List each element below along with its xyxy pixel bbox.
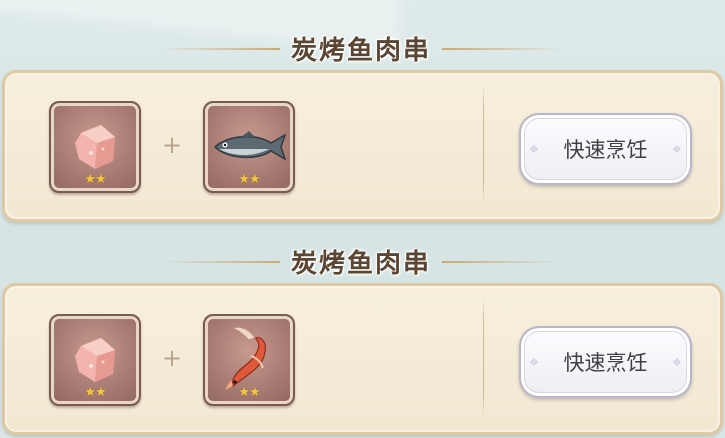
star-rating: ★★ [238,385,260,400]
star-rating: ★★ [238,172,260,187]
plus-sign: + [162,131,183,159]
ingredient-slot-meat[interactable]: ★★ [49,314,141,406]
recipe-card-1: ★★ + ★★ ❖ 快速烹饪 ❖ [2,70,723,222]
plus-sign: + [162,344,183,372]
divider [483,85,484,205]
recipe-card-2: ★★ + ★★ ❖ 快速烹饪 ❖ [2,283,723,435]
title-ornament [442,261,562,263]
ornament-icon: ❖ [672,356,682,369]
title-ornament [160,261,280,263]
ingredient-slot-meat[interactable]: ★★ [49,101,141,193]
quick-cook-label: 快速烹饪 [563,351,648,375]
ingredient-slot-fish[interactable]: ★★ [203,101,295,193]
recipe-title-banner-1: 炭烤鱼肉串 [160,30,562,66]
divider [483,298,484,418]
ornament-icon: ❖ [529,356,539,369]
quick-cook-button[interactable]: ❖ 快速烹饪 ❖ [519,113,692,185]
star-rating: ★★ [84,385,106,400]
recipe-title: 炭烤鱼肉串 [290,35,431,66]
quick-cook-button[interactable]: ❖ 快速烹饪 ❖ [519,326,692,398]
ornament-icon: ❖ [529,143,539,156]
quick-cook-label: 快速烹饪 [563,138,648,162]
ornament-icon: ❖ [672,143,682,156]
recipe-title: 炭烤鱼肉串 [290,248,431,279]
title-ornament [442,48,562,50]
star-rating: ★★ [84,172,106,187]
recipe-title-banner-2: 炭烤鱼肉串 [160,243,562,279]
ingredient-slot-koi[interactable]: ★★ [203,314,295,406]
title-ornament [160,48,280,50]
